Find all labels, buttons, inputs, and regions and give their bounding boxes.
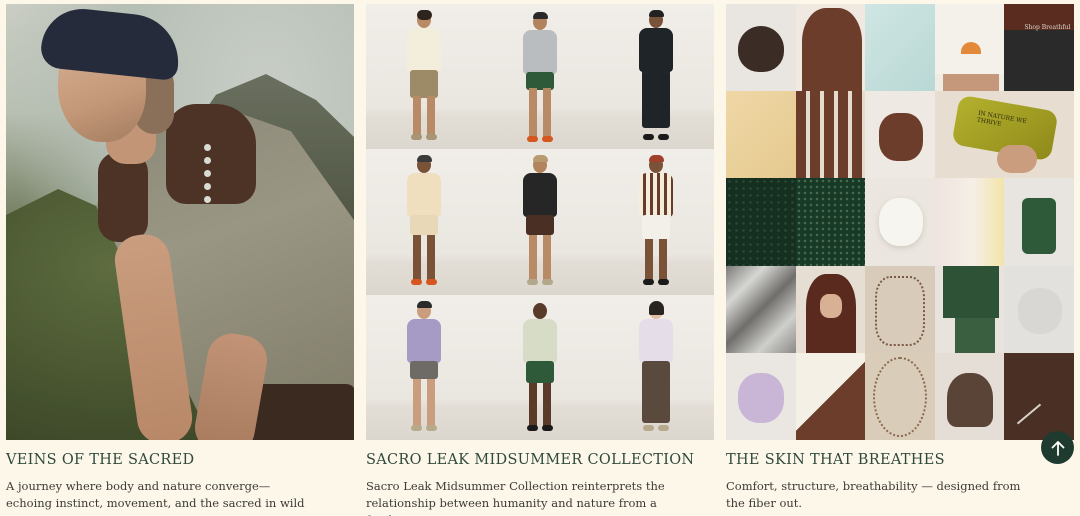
swatch-tile <box>934 352 1005 440</box>
look-tile[interactable] <box>366 294 482 440</box>
collection-card-midsummer[interactable]: SACRO LEAK MIDSUMMER COLLECTION Sacro Le… <box>366 4 714 516</box>
hero-photo-hiker[interactable] <box>6 4 354 440</box>
look-tile[interactable] <box>598 294 714 440</box>
scroll-to-top-button[interactable] <box>1041 431 1074 464</box>
swatch-tile <box>865 352 935 440</box>
swatch-tile <box>726 91 796 179</box>
look-tile[interactable] <box>482 294 598 440</box>
collection-description: Comfort, structure, breathability — desi… <box>726 479 1021 510</box>
collection-card-veins[interactable]: VEINS OF THE SACRED A journey where body… <box>6 4 354 516</box>
swatch-tile <box>726 265 796 353</box>
swatch-tile <box>795 178 866 266</box>
swatch-tile <box>726 4 796 92</box>
collection-description: A journey where body and nature converge… <box>6 479 305 516</box>
look-tile[interactable] <box>598 149 714 295</box>
look-tile[interactable] <box>366 149 482 295</box>
lookbook-grid[interactable] <box>366 4 714 440</box>
swatch-tile <box>934 265 1005 353</box>
swatch-tile <box>795 265 866 353</box>
swatch-tile <box>795 4 866 92</box>
arrow-up-icon <box>1051 440 1064 456</box>
look-tile[interactable] <box>482 149 598 295</box>
collection-description: Sacro Leak Midsummer Collection reinterp… <box>366 479 665 516</box>
look-tile[interactable] <box>366 4 482 150</box>
swatch-tile: IN NATURE WE THRIVE <box>934 91 1074 179</box>
collection-card-skin[interactable]: Shop Breathful IN NATURE WE THRIVE THE S… <box>726 4 1074 512</box>
swatch-tile <box>795 352 866 440</box>
swatch-tile <box>865 4 935 92</box>
fabric-mosaic[interactable]: Shop Breathful IN NATURE WE THRIVE <box>726 4 1074 440</box>
swatch-tile <box>1004 265 1074 353</box>
swatch-tile <box>865 91 935 179</box>
swatch-tile <box>726 352 796 440</box>
collection-title[interactable]: THE SKIN THAT BREATHES <box>726 452 1074 468</box>
look-tile[interactable] <box>598 4 714 150</box>
swatch-tile <box>726 178 796 266</box>
swatch-tile <box>795 91 866 179</box>
swatch-tile <box>865 178 935 266</box>
swatch-tile <box>934 4 1005 92</box>
swatch-tile <box>1004 178 1074 266</box>
swatch-tile <box>1004 352 1074 440</box>
page: VEINS OF THE SACRED A journey where body… <box>0 0 1080 516</box>
collection-title[interactable]: VEINS OF THE SACRED <box>6 452 354 468</box>
tag-text: Shop Breathful <box>1024 24 1071 31</box>
swatch-tile <box>865 265 935 353</box>
collection-title[interactable]: SACRO LEAK MIDSUMMER COLLECTION <box>366 452 714 468</box>
swatch-tile: Shop Breathful <box>1004 4 1074 92</box>
look-tile[interactable] <box>482 4 598 150</box>
swatch-tile <box>934 178 1005 266</box>
